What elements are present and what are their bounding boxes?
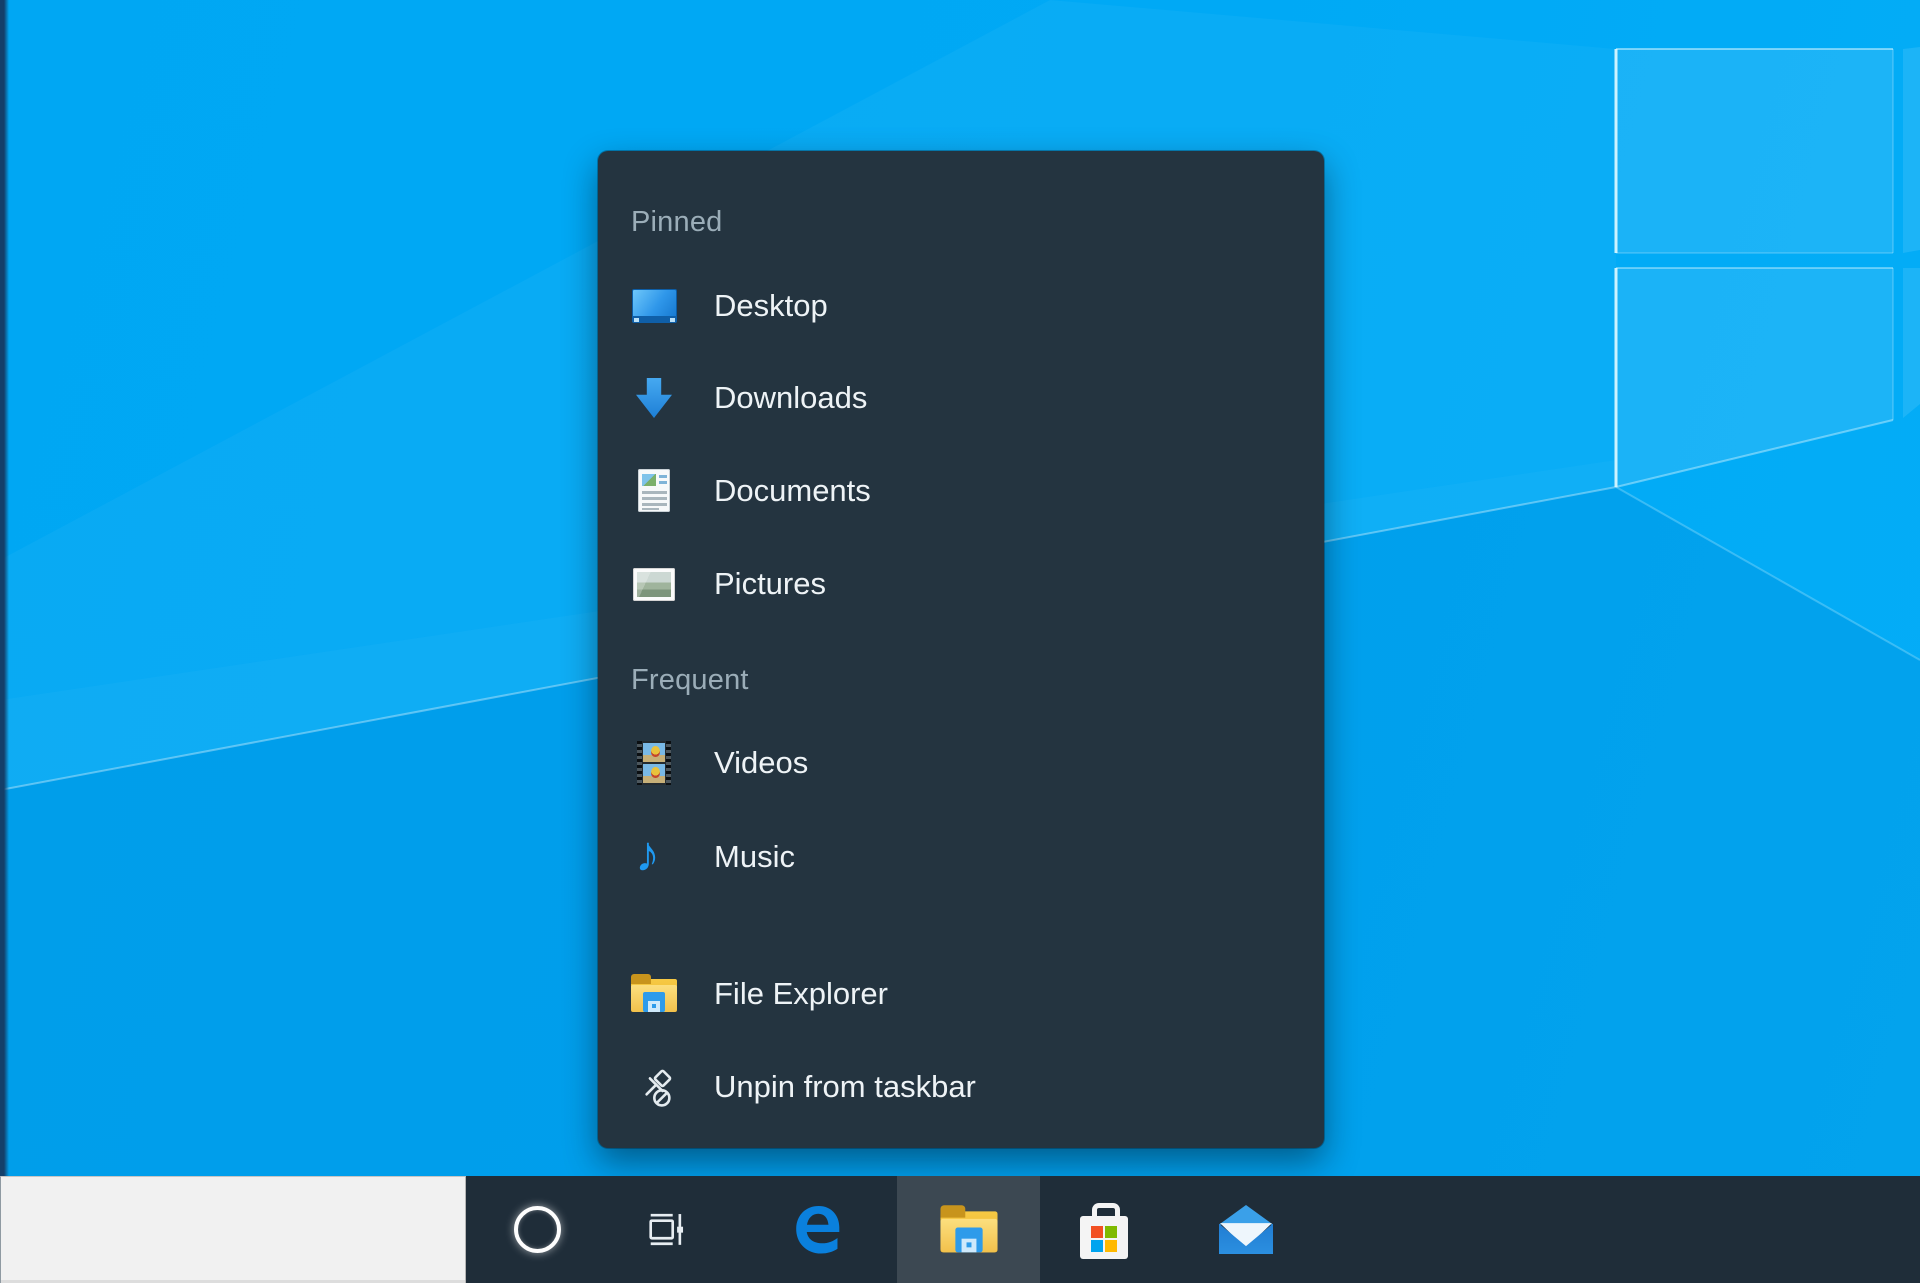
file-explorer-icon <box>631 971 677 1017</box>
store-icon <box>1078 1201 1130 1259</box>
jumplist-section-header-frequent: Frequent <box>631 650 749 710</box>
jumplist-action-unpin[interactable]: Unpin from taskbar <box>631 1047 1304 1127</box>
jumplist-item-label: Pictures <box>714 566 826 602</box>
desktop-icon <box>631 283 677 329</box>
documents-icon <box>631 468 677 514</box>
windows-logo <box>1616 47 1920 487</box>
jumplist-action-label: Unpin from taskbar <box>714 1069 976 1105</box>
taskbar <box>0 1176 1920 1283</box>
taskbar-search-box[interactable] <box>0 1176 466 1283</box>
store-button[interactable] <box>1054 1176 1154 1283</box>
task-view-button[interactable] <box>615 1176 715 1283</box>
jumplist-action-label: File Explorer <box>714 976 888 1012</box>
task-view-icon <box>642 1208 688 1252</box>
unpin-icon <box>631 1064 677 1110</box>
desktop-wallpaper[interactable]: Pinned Desktop Downloads Documents <box>0 0 1920 1176</box>
edge-button[interactable] <box>768 1176 868 1283</box>
jumplist-item-downloads[interactable]: Downloads <box>631 358 1304 438</box>
jumplist-item-label: Documents <box>714 473 871 509</box>
jumplist-item-desktop[interactable]: Desktop <box>631 266 1304 346</box>
pictures-icon <box>631 561 677 607</box>
music-icon: ♪ <box>631 834 677 880</box>
videos-icon <box>631 740 677 786</box>
jumplist-item-videos[interactable]: Videos <box>631 723 1304 803</box>
downloads-icon <box>631 375 677 421</box>
cortana-button[interactable] <box>487 1176 587 1283</box>
jumplist-item-label: Desktop <box>714 288 828 324</box>
mail-icon <box>1219 1205 1273 1254</box>
wallpaper-left-shade <box>0 0 9 1176</box>
jumplist-item-label: Music <box>714 839 795 875</box>
edge-icon <box>787 1199 849 1261</box>
jumplist-action-file-explorer[interactable]: File Explorer <box>631 954 1304 1034</box>
jumplist-menu: Pinned Desktop Downloads Documents <box>598 151 1324 1148</box>
mail-button[interactable] <box>1196 1176 1296 1283</box>
jumplist-item-pictures[interactable]: Pictures <box>631 544 1304 624</box>
jumplist-item-label: Videos <box>714 745 808 781</box>
file-explorer-icon <box>940 1205 997 1255</box>
jumplist-item-music[interactable]: ♪ Music <box>631 817 1304 897</box>
jumplist-section-header-pinned: Pinned <box>631 192 723 252</box>
jumplist-item-documents[interactable]: Documents <box>631 451 1304 531</box>
jumplist-item-label: Downloads <box>714 380 867 416</box>
screen: Pinned Desktop Downloads Documents <box>0 0 1920 1283</box>
cortana-icon <box>514 1206 561 1253</box>
file-explorer-button[interactable] <box>897 1176 1040 1283</box>
